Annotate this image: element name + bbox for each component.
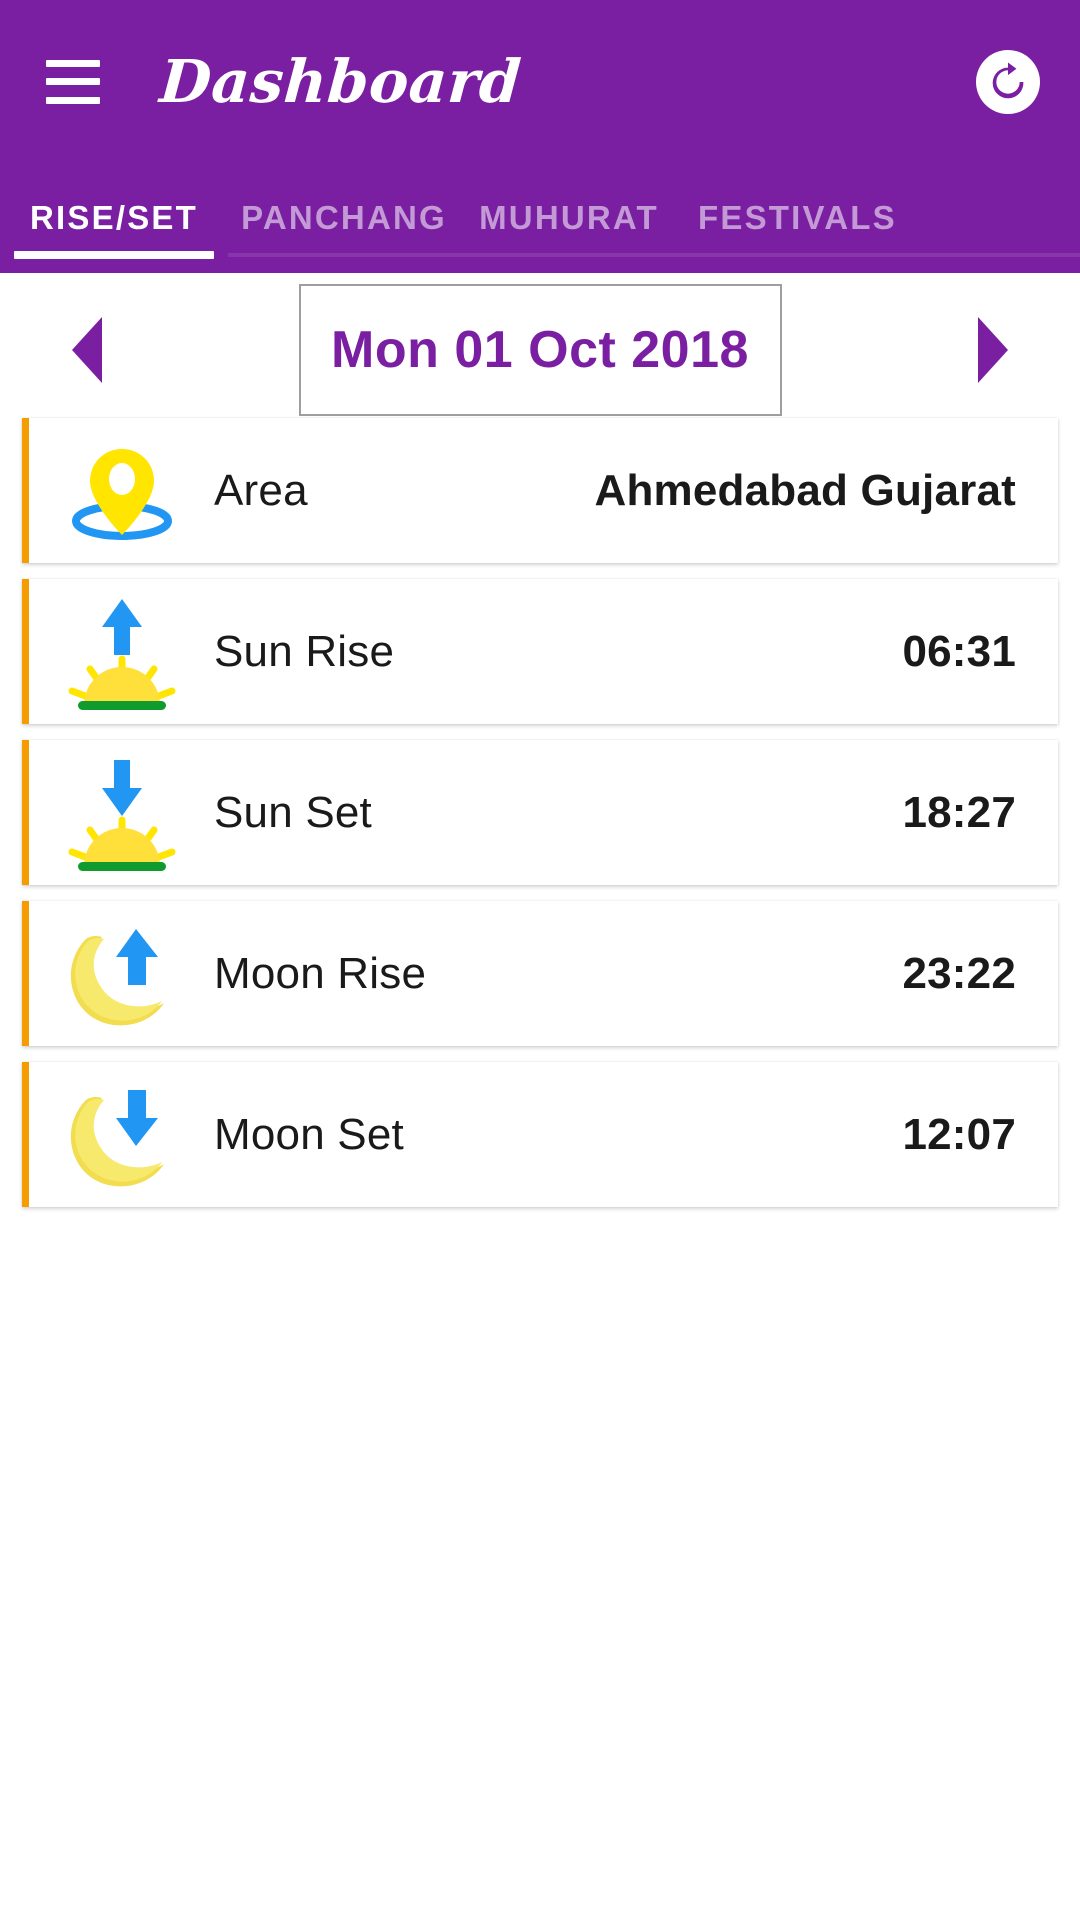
rise-set-list: Area Ahmedabad Gujarat Sun Rise 06:31 Su… bbox=[0, 418, 1080, 1223]
location-pin-icon bbox=[29, 418, 214, 563]
row-value: Ahmedabad Gujarat bbox=[594, 465, 1016, 515]
hamburger-bar bbox=[46, 59, 100, 67]
row-value: 06:31 bbox=[902, 626, 1016, 676]
tab-active-indicator bbox=[14, 251, 214, 259]
hamburger-menu-icon[interactable] bbox=[46, 59, 100, 104]
next-day-button[interactable] bbox=[948, 277, 1038, 422]
sunset-icon bbox=[29, 740, 214, 885]
triangle-right-icon bbox=[978, 316, 1008, 383]
list-item[interactable]: Moon Rise 23:22 bbox=[22, 901, 1058, 1046]
tab-indicator-track bbox=[228, 253, 1080, 257]
previous-day-button[interactable] bbox=[42, 277, 132, 422]
tab-label: MUHURAT bbox=[479, 199, 659, 236]
tab-label: PANCHANG bbox=[241, 199, 447, 236]
list-item[interactable]: Sun Set 18:27 bbox=[22, 740, 1058, 885]
list-item[interactable]: Moon Set 12:07 bbox=[22, 1062, 1058, 1207]
hamburger-bar bbox=[46, 78, 100, 85]
row-label: Area bbox=[214, 465, 308, 515]
tab-rise-set[interactable]: RISE/SET bbox=[0, 163, 228, 273]
moonset-icon bbox=[29, 1062, 214, 1207]
tab-bar: RISE/SET PANCHANG MUHURAT FESTIVALS bbox=[0, 163, 1080, 273]
list-item[interactable]: Sun Rise 06:31 bbox=[22, 579, 1058, 724]
hamburger-bar bbox=[46, 96, 100, 104]
refresh-button[interactable] bbox=[976, 49, 1040, 114]
row-label: Sun Rise bbox=[214, 626, 395, 676]
date-selector: Mon 01 Oct 2018 bbox=[0, 273, 1080, 418]
sunrise-icon bbox=[29, 579, 214, 724]
row-label: Moon Set bbox=[214, 1109, 404, 1159]
tab-label: RISE/SET bbox=[30, 199, 198, 236]
row-value: 23:22 bbox=[902, 948, 1016, 998]
page-title: Dashboard bbox=[157, 47, 524, 116]
date-display-box[interactable]: Mon 01 Oct 2018 bbox=[298, 283, 782, 416]
row-value: 12:07 bbox=[902, 1109, 1016, 1159]
triangle-left-icon bbox=[72, 316, 102, 383]
row-label: Moon Rise bbox=[214, 948, 427, 998]
row-label: Sun Set bbox=[214, 787, 372, 837]
app-header: Dashboard RISE/SET PANCHANG MUHURAT FEST… bbox=[0, 0, 1080, 273]
selected-date: Mon 01 Oct 2018 bbox=[331, 320, 749, 379]
tab-label: FESTIVALS bbox=[698, 199, 897, 236]
row-value: 18:27 bbox=[902, 787, 1016, 837]
refresh-icon bbox=[992, 61, 1024, 98]
list-item[interactable]: Area Ahmedabad Gujarat bbox=[22, 418, 1058, 563]
app-header-top: Dashboard bbox=[0, 0, 1080, 163]
moonrise-icon bbox=[29, 901, 214, 1046]
